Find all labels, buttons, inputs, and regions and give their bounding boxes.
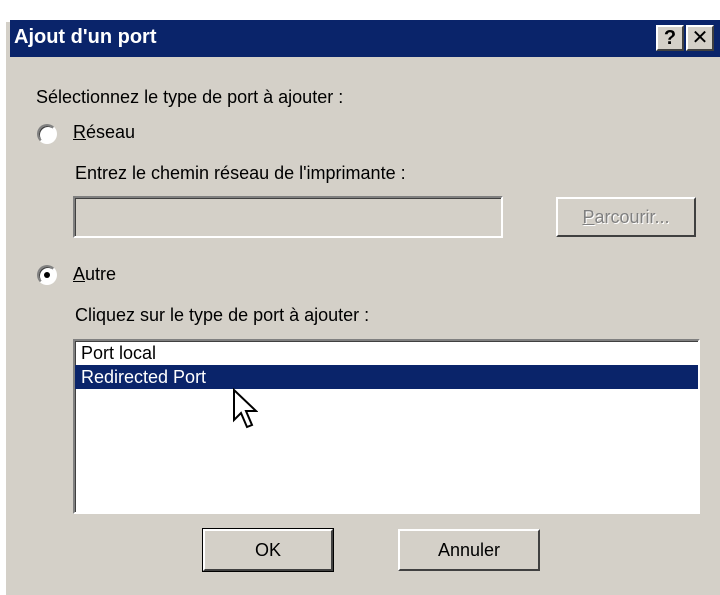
close-button[interactable]: ✕	[686, 25, 714, 51]
other-radio-label[interactable]: Autre	[73, 264, 116, 285]
title-bar[interactable]: Ajout d'un port ? ✕	[10, 20, 720, 57]
mouse-cursor-icon	[233, 388, 258, 429]
close-icon: ✕	[691, 27, 709, 49]
cancel-button[interactable]: Annuler	[398, 529, 540, 571]
browse-button[interactable]: Parcourir...	[556, 197, 696, 237]
help-button[interactable]: ?	[656, 25, 684, 51]
other-radio[interactable]	[37, 265, 57, 285]
list-item-port-local[interactable]: Port local	[75, 341, 698, 365]
network-path-input[interactable]	[73, 196, 503, 238]
port-list-label: Cliquez sur le type de port à ajouter :	[75, 305, 370, 325]
port-type-list[interactable]: Port local Redirected Port	[73, 339, 700, 514]
list-item-redirected-port[interactable]: Redirected Port	[75, 365, 698, 389]
network-radio[interactable]	[37, 124, 57, 144]
port-type-prompt: Sélectionnez le type de port à ajouter :	[36, 87, 344, 107]
ok-button[interactable]: OK	[202, 528, 334, 572]
network-radio-label[interactable]: Réseau	[73, 122, 135, 143]
window-title: Ajout d'un port	[14, 26, 157, 48]
radio-selected-dot	[44, 272, 50, 278]
network-path-label: Entrez le chemin réseau de l'imprimante …	[75, 163, 406, 183]
